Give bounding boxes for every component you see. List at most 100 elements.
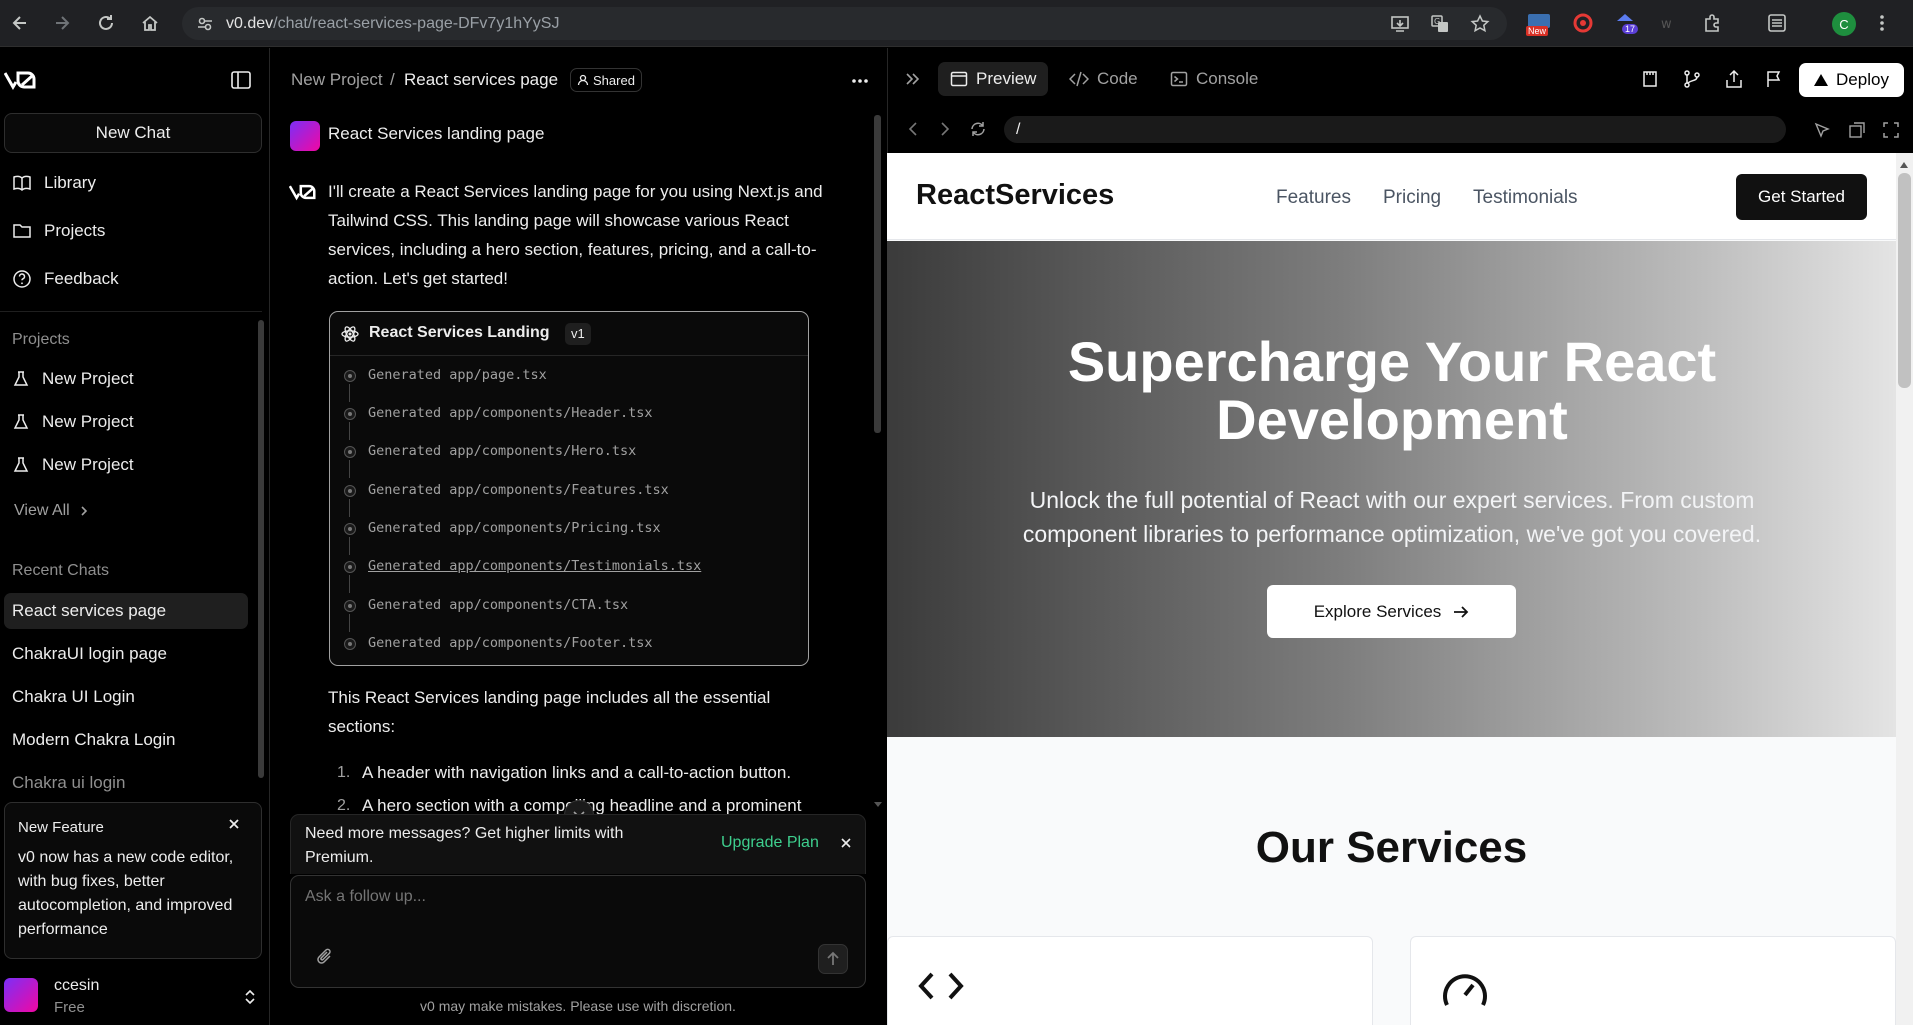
chrome-menu-icon[interactable] — [1872, 12, 1892, 34]
sidebar-item-projects[interactable]: Projects — [12, 214, 105, 248]
extension-red-icon[interactable] — [1572, 12, 1594, 34]
tab-label: Code — [1097, 69, 1138, 88]
profile-avatar[interactable]: C — [1832, 12, 1856, 36]
site-nav-testimonials[interactable]: Testimonials — [1473, 187, 1578, 209]
more-options-icon[interactable] — [850, 72, 870, 90]
toggle-sidebar-icon[interactable] — [230, 70, 252, 90]
gen-line-hovered[interactable]: Generated app/components/Testimonials.ts… — [368, 558, 701, 574]
gen-line[interactable]: Generated app/components/CTA.tsx — [368, 597, 628, 613]
browser-toolbar: v0.dev/chat/react-services-page-DFv7y1hY… — [0, 0, 1913, 47]
flag-icon[interactable] — [1764, 69, 1784, 89]
extensions-puzzle-icon[interactable] — [1702, 12, 1724, 34]
assistant-intro: I'll create a React Services landing pag… — [328, 182, 823, 288]
send-button[interactable] — [818, 944, 848, 974]
preview-route-input[interactable]: / — [1004, 116, 1786, 143]
forward-icon[interactable] — [48, 9, 76, 37]
bookmark-star-icon[interactable] — [1470, 14, 1490, 34]
open-new-window-icon[interactable] — [1848, 121, 1866, 139]
follow-up-input[interactable] — [305, 888, 845, 928]
chevron-up-down-icon[interactable] — [244, 988, 256, 1006]
sandbox-icon[interactable] — [1640, 69, 1660, 89]
tab-console[interactable]: Console — [1158, 62, 1270, 96]
step-dot — [344, 408, 356, 420]
ext-new-badge: New — [1526, 26, 1549, 36]
arrow-up-icon — [827, 951, 839, 965]
new-chat-button[interactable]: New Chat — [4, 113, 262, 153]
v0-logo-icon[interactable] — [4, 70, 42, 90]
shared-badge[interactable]: Shared — [570, 68, 642, 92]
recent-chat-item[interactable]: ChakraUI login page — [4, 636, 248, 672]
recent-chat-item[interactable]: Chakra ui login — [4, 765, 248, 801]
gen-line[interactable]: Generated app/components/Footer.tsx — [368, 635, 652, 651]
explore-label: Explore Services — [1313, 601, 1442, 621]
upgrade-plan-link[interactable]: Upgrade Plan — [721, 834, 819, 852]
sidebar-item-feedback[interactable]: Feedback — [12, 262, 119, 296]
deploy-button[interactable]: Deploy — [1799, 63, 1904, 97]
install-app-icon[interactable] — [1390, 14, 1410, 34]
get-started-button[interactable]: Get Started — [1736, 174, 1867, 220]
collapse-panel-icon[interactable] — [904, 70, 922, 88]
project-item[interactable]: New Project — [12, 448, 134, 482]
git-branch-icon[interactable] — [1682, 69, 1702, 89]
gen-line[interactable]: Generated app/page.tsx — [368, 367, 547, 383]
tab-label: Preview — [976, 69, 1037, 88]
preview-scrollbar[interactable] — [1896, 153, 1913, 1025]
extension-w-icon[interactable]: w — [1660, 14, 1678, 32]
site-logo[interactable]: ReactServices — [916, 179, 1114, 212]
reading-list-icon[interactable] — [1766, 12, 1788, 34]
home-icon[interactable] — [136, 9, 164, 37]
breadcrumb-page[interactable]: React services page — [404, 70, 558, 90]
preview-refresh-icon[interactable] — [968, 120, 988, 138]
fullscreen-icon[interactable] — [1882, 121, 1900, 139]
translate-icon[interactable]: G — [1430, 14, 1450, 34]
sidebar-item-library[interactable]: Library — [12, 166, 96, 200]
paperclip-icon[interactable] — [315, 947, 335, 967]
tab-preview[interactable]: Preview — [938, 62, 1049, 96]
summary-text: This React Services landing page include… — [328, 688, 771, 736]
close-icon[interactable] — [227, 817, 241, 831]
service-card[interactable] — [887, 936, 1373, 1025]
site-nav-pricing[interactable]: Pricing — [1383, 187, 1441, 209]
breadcrumb-project[interactable]: New Project — [291, 70, 383, 90]
recent-chat-item[interactable]: Modern Chakra Login — [4, 722, 248, 758]
recent-chat-item-active[interactable]: React services page — [4, 593, 248, 629]
chat-scrollbar[interactable] — [874, 115, 881, 433]
scroll-down-arrow-icon[interactable] — [874, 800, 882, 808]
close-icon[interactable] — [840, 837, 852, 849]
tab-code[interactable]: Code — [1057, 62, 1150, 96]
preview-back-icon[interactable] — [906, 121, 920, 137]
projects-heading: Projects — [12, 331, 70, 348]
site-nav-features[interactable]: Features — [1276, 187, 1351, 209]
back-icon[interactable] — [6, 9, 34, 37]
project-item[interactable]: New Project — [12, 362, 134, 396]
generation-block[interactable]: React Services Landing v1 Generated app/… — [329, 311, 809, 666]
gen-line[interactable]: Generated app/components/Features.tsx — [368, 482, 669, 498]
sidebar-scrollbar[interactable] — [258, 320, 264, 778]
avatar[interactable] — [4, 978, 38, 1012]
gen-line[interactable]: Generated app/components/Header.tsx — [368, 405, 652, 421]
scrollbar-thumb[interactable] — [1898, 173, 1911, 388]
extension-news-icon[interactable]: New — [1526, 12, 1552, 38]
gen-line[interactable]: Generated app/components/Pricing.tsx — [368, 520, 661, 536]
explore-services-button[interactable]: Explore Services — [1267, 585, 1516, 638]
gauge-icon — [1441, 969, 1489, 1009]
view-all-link[interactable]: View All — [14, 494, 90, 528]
gen-line[interactable]: Generated app/components/Hero.tsx — [368, 443, 636, 459]
library-icon — [13, 175, 31, 192]
service-card[interactable] — [1410, 936, 1896, 1025]
address-bar[interactable]: v0.dev/chat/react-services-page-DFv7y1hY… — [182, 7, 1507, 40]
gen-block-title: React Services Landing — [369, 324, 550, 341]
chat-input-box[interactable] — [290, 875, 866, 988]
scroll-up-arrow-icon[interactable] — [1899, 161, 1909, 169]
help-circle-icon — [13, 270, 31, 288]
svg-text:G: G — [1434, 17, 1440, 26]
extension-counter-icon[interactable]: 17 — [1614, 12, 1640, 38]
preview-forward-icon[interactable] — [938, 121, 952, 137]
select-element-icon[interactable] — [1813, 121, 1831, 139]
hero-title: Supercharge Your React Development — [1067, 330, 1717, 451]
site-info-icon[interactable] — [196, 15, 214, 33]
share-upload-icon[interactable] — [1724, 69, 1744, 89]
project-item[interactable]: New Project — [12, 405, 134, 439]
reload-icon[interactable] — [92, 9, 120, 37]
recent-chat-item[interactable]: Chakra UI Login — [4, 679, 248, 715]
